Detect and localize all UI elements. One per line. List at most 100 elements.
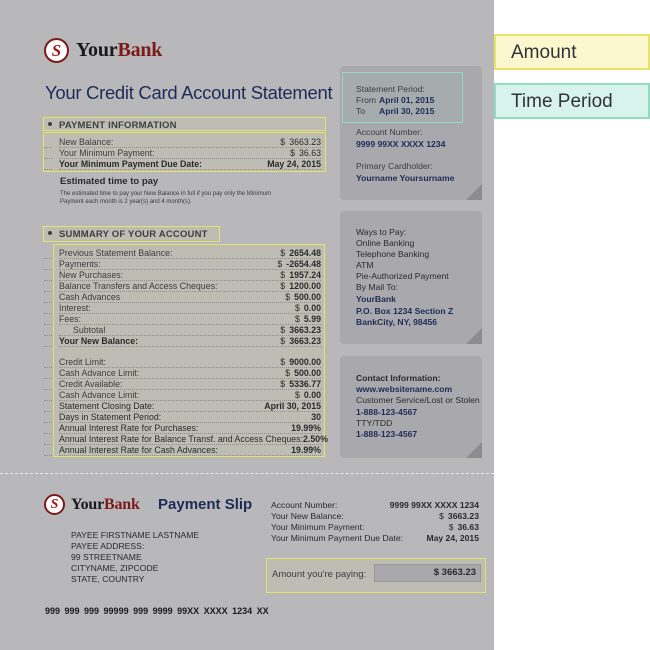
summary-label: Days in Statement Period: [59, 412, 162, 422]
slip-bank-name: YourBank [71, 495, 140, 513]
leader-dots [44, 158, 52, 159]
summary-label: Cash Advances [59, 292, 121, 302]
summary-row: Balance Transfers and Access Cheques: $12… [59, 281, 321, 292]
summary-value: $0.00 [294, 390, 321, 400]
amount-paying-field[interactable]: $ 3663.23 [374, 564, 481, 582]
summary-row: Your New Balance: $3663.23 [59, 336, 321, 347]
summary-label: Annual Interest Rate for Balance Transf.… [59, 434, 304, 444]
amount-paying-label: Amount you're paying: [272, 569, 367, 580]
tty-label: TTY/TDD [356, 418, 393, 428]
summary-row: Cash Advance Limit: $500.00 [59, 368, 321, 379]
summary-label: Payments: [59, 259, 101, 269]
leader-dots [44, 324, 52, 325]
summary-label: Your New Balance: [59, 336, 139, 346]
slip-value: $36.63 [448, 522, 479, 532]
summary-label: Cash Advance Limit: [59, 390, 140, 400]
payee-address-line: PAYEE ADDRESS: [71, 541, 145, 551]
slip-value: May 24, 2015 [426, 533, 479, 543]
leader-dots [44, 455, 52, 456]
summary-value: $1200.00 [280, 281, 321, 291]
bullet-icon [48, 122, 52, 126]
micr-line: 999 999 999 99999 999 9999 99XX XXXX 123… [45, 606, 269, 616]
page-fold-icon [466, 442, 482, 458]
contact-info-heading: Contact Information: [356, 373, 441, 383]
payment-info-row: New Balance: $3663.23 [59, 137, 321, 148]
to-label: To [356, 106, 366, 116]
website-link[interactable]: www.websitename.com [356, 384, 452, 395]
summary-row: Annual Interest Rate for Balance Transf.… [59, 434, 328, 445]
summary-heading: SUMMARY OF YOUR ACCOUNT [48, 229, 208, 240]
leader-dots [44, 302, 52, 303]
tear-off-line [0, 473, 494, 474]
summary-value: 2.50% [303, 434, 328, 444]
summary-row: Statement Closing Date: April 30, 2015 [59, 401, 321, 412]
slip-label: Account Number: [271, 500, 338, 510]
summary-row: Annual Interest Rate for Cash Advances: 1… [59, 445, 321, 456]
leader-dots [44, 411, 52, 412]
summary-row: Cash Advances $500.00 [59, 292, 321, 303]
from-date: April 01, 2015 [379, 95, 435, 105]
statement-period-label: Statement Period: [356, 84, 425, 94]
summary-label: Credit Limit: [59, 357, 106, 367]
slip-bank-logo: S YourBank [44, 494, 140, 515]
summary-row: Credit Available: $5336.77 [59, 379, 321, 390]
pay-method-item: Telephone Banking [356, 249, 430, 259]
bank-logo-icon: S [44, 494, 65, 515]
leader-dots [44, 444, 52, 445]
summary-row: Interest: $0.00 [59, 303, 321, 314]
summary-row: Subtotal $3663.23 [59, 325, 321, 336]
pay-method-item: Online Banking [356, 238, 415, 248]
from-label: From [356, 95, 377, 105]
summary-value: 30 [311, 412, 321, 422]
summary-label: Subtotal [73, 325, 106, 335]
bank-logo: S YourBank [44, 38, 162, 63]
leader-dots [44, 422, 52, 423]
summary-row: New Purchases: $1957.24 [59, 270, 321, 281]
slip-row: Your Minimum Payment: $36.63 [271, 522, 479, 533]
legend-amount: Amount [494, 34, 650, 70]
leader-dots [44, 269, 52, 270]
leader-dots [44, 389, 52, 390]
estimated-time-text: The estimated time to pay your New Balan… [60, 191, 272, 205]
primary-cardholder-label: Primary Cardholder: [356, 161, 433, 171]
summary-row: Days in Statement Period: 30 [59, 412, 321, 423]
payee-address-line: STATE, COUNTRY [71, 574, 145, 584]
payee-address-line: 99 STREETNAME [71, 552, 142, 562]
payment-slip-title: Payment Slip [158, 496, 253, 513]
summary-label: Fees: [59, 314, 82, 324]
pay-method-item: ATM [356, 260, 374, 270]
leader-dots [44, 346, 52, 347]
payment-info-value: $3663.23 [280, 137, 321, 147]
summary-row: Fees: $5.99 [59, 314, 321, 325]
summary-row: Cash Advance Limit: $0.00 [59, 390, 321, 401]
summary-label: Previous Statement Balance: [59, 248, 173, 258]
slip-row: Your Minimum Payment Due Date: May 24, 20… [271, 533, 479, 544]
summary-value: April 30, 2015 [264, 401, 321, 411]
payment-info-label: Your Minimum Payment Due Date: [59, 159, 203, 169]
summary-value: $ -2654.48 [277, 259, 321, 269]
summary-value: $500.00 [285, 368, 321, 378]
leader-dots [44, 367, 52, 368]
slip-label: Your Minimum Payment Due Date: [271, 533, 403, 543]
leader-dots [44, 147, 52, 148]
summary-label: New Purchases: [59, 270, 124, 280]
account-number: 9999 99XX XXXX 1234 [356, 139, 446, 149]
summary-label: Balance Transfers and Access Cheques: [59, 281, 218, 291]
statement-document: S YourBank Your Credit Card Account Stat… [0, 0, 494, 650]
summary-value: $1957.24 [280, 270, 321, 280]
slip-row: Account Number: 9999 99XX XXXX 1234 [271, 500, 479, 511]
primary-cardholder-name: Yourname Yoursurname [356, 173, 455, 183]
summary-value: $3663.23 [280, 325, 321, 335]
bank-name: YourBank [76, 39, 163, 61]
phone-tty: 1-888-123-4567 [356, 429, 418, 439]
summary-label: Cash Advance Limit: [59, 368, 140, 378]
summary-value: $3663.23 [280, 336, 321, 346]
page-fold-icon [466, 184, 482, 200]
summary-value: $0.00 [294, 303, 321, 313]
mail-to-name: YourBank [356, 294, 396, 304]
summary-row: Payments: $ -2654.48 [59, 259, 321, 270]
payment-info-label: Your Minimum Payment: [59, 148, 155, 158]
summary-row: Annual Interest Rate for Purchases: 19.99… [59, 423, 321, 434]
leader-dots [44, 378, 52, 379]
phone-customer-service: 1-888-123-4567 [356, 407, 418, 417]
